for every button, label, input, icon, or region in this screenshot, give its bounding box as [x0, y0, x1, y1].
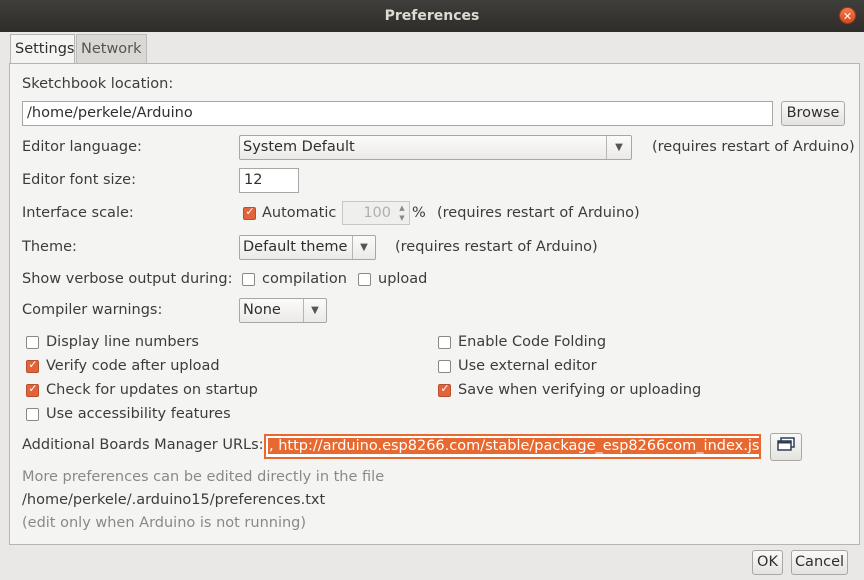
prefs-path-text: /home/perkele/.arduino15/preferences.txt: [22, 492, 326, 508]
edit-note-text: (edit only when Arduino is not running): [22, 515, 307, 531]
theme-select[interactable]: Default theme ▼: [239, 235, 376, 260]
theme-label: Theme:: [22, 239, 77, 255]
automatic-scale-checkbox[interactable]: [243, 205, 256, 220]
scale-spinner[interactable]: 100 ▲ ▼: [342, 201, 410, 225]
accessibility-label: Use accessibility features: [46, 406, 231, 422]
interface-scale-note: (requires restart of Arduino): [437, 205, 640, 221]
verbose-upload-checkbox[interactable]: [358, 273, 371, 286]
interface-scale-label: Interface scale:: [22, 205, 134, 221]
check-updates-label: Check for updates on startup: [46, 382, 258, 398]
external-editor-label: Use external editor: [458, 358, 597, 374]
scale-unit: %: [412, 205, 426, 221]
more-prefs-text: More preferences can be edited directly …: [22, 469, 385, 485]
window-title: Preferences: [384, 8, 480, 24]
sketchbook-path-input[interactable]: /home/perkele/Arduino: [22, 101, 773, 126]
editor-language-note: (requires restart of Arduino): [652, 139, 855, 155]
sketchbook-label: Sketchbook location:: [22, 76, 174, 92]
font-size-label: Editor font size:: [22, 172, 136, 188]
save-when-verifying-checkbox[interactable]: [438, 382, 451, 397]
boards-urls-label: Additional Boards Manager URLs:: [22, 437, 264, 453]
external-editor-checkbox[interactable]: [438, 360, 451, 373]
accessibility-checkbox[interactable]: [26, 408, 39, 421]
verbose-upload-label: upload: [378, 271, 428, 287]
verbose-compilation-label: compilation: [262, 271, 347, 287]
preferences-window: Preferences ✕ Settings Network Sketchboo…: [0, 0, 864, 580]
scale-value: 100: [363, 205, 391, 221]
verbose-label: Show verbose output during:: [22, 271, 233, 287]
code-folding-checkbox[interactable]: [438, 336, 451, 349]
verify-after-upload-checkbox[interactable]: [26, 358, 39, 373]
boards-urls-edit-button[interactable]: [770, 433, 802, 461]
boards-urls-selected-text: , http://arduino.esp8266.com/stable/pack…: [268, 438, 759, 454]
window-list-icon: [777, 437, 795, 451]
display-line-numbers-checkbox[interactable]: [26, 336, 39, 349]
check-updates-checkbox[interactable]: [26, 382, 39, 397]
verify-after-upload-label: Verify code after upload: [46, 358, 220, 374]
code-folding-label: Enable Code Folding: [458, 334, 607, 350]
editor-language-select[interactable]: System Default ▼: [239, 135, 632, 160]
cancel-button[interactable]: Cancel: [791, 550, 848, 575]
save-when-verifying-label: Save when verifying or uploading: [458, 382, 702, 398]
ok-button[interactable]: OK: [752, 550, 783, 575]
chevron-down-icon: ▼: [303, 299, 326, 322]
chevron-down-icon: ▼: [606, 136, 631, 159]
automatic-scale-label: Automatic: [262, 205, 337, 221]
font-size-input[interactable]: 12: [239, 168, 299, 193]
chevron-down-icon: ▼: [352, 236, 375, 259]
verbose-compilation-checkbox[interactable]: [242, 273, 255, 286]
compiler-warnings-label: Compiler warnings:: [22, 302, 163, 318]
tab-network[interactable]: Network: [76, 34, 147, 63]
editor-language-label: Editor language:: [22, 139, 142, 155]
browse-button[interactable]: Browse: [781, 101, 845, 126]
compiler-warnings-value: None: [243, 302, 281, 318]
boards-urls-input[interactable]: , http://arduino.esp8266.com/stable/pack…: [264, 434, 761, 459]
close-icon[interactable]: ✕: [839, 7, 856, 24]
theme-note: (requires restart of Arduino): [395, 239, 598, 255]
compiler-warnings-select[interactable]: None ▼: [239, 298, 327, 323]
spinner-arrows-icon[interactable]: ▲ ▼: [397, 203, 407, 223]
editor-language-value: System Default: [243, 139, 355, 155]
tab-settings[interactable]: Settings: [10, 34, 75, 63]
theme-value: Default theme: [243, 239, 348, 255]
display-line-numbers-label: Display line numbers: [46, 334, 199, 350]
title-bar: Preferences ✕: [0, 0, 864, 32]
